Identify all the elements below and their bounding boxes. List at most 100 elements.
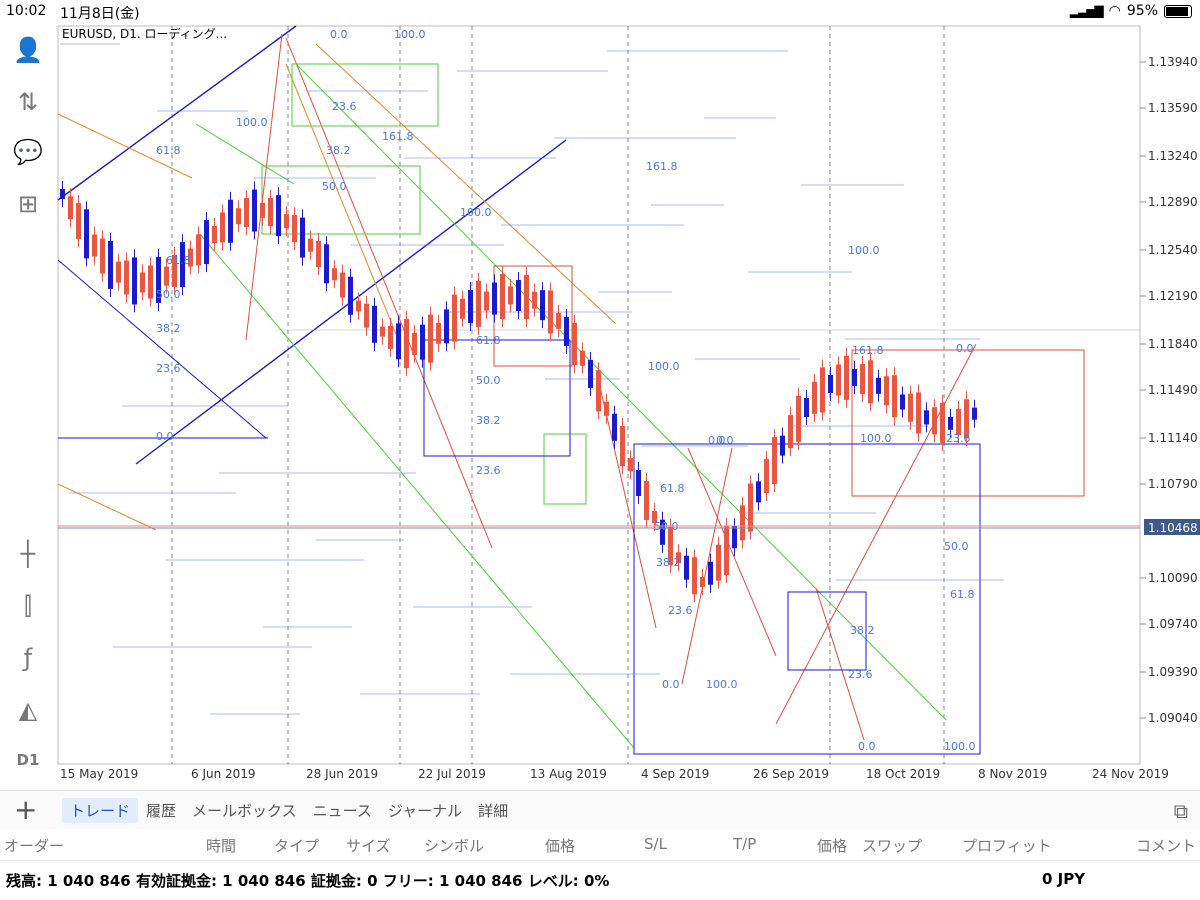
candle-body [756, 481, 761, 503]
trend-line [245, 33, 283, 341]
candle-body [236, 208, 241, 225]
fib-level-label: 100.0 [944, 740, 976, 753]
candle-body [764, 459, 769, 494]
wifi-icon: ◠ [1108, 3, 1121, 19]
trend-line [815, 587, 865, 741]
objects-icon[interactable]: ◭ [8, 690, 48, 730]
candle-body [508, 286, 513, 305]
fib-level-label: 23.6 [332, 100, 357, 113]
fib-level-label: 61.8 [950, 588, 975, 601]
candle-body [332, 268, 337, 281]
chart-type-icon[interactable]: ⫿ [8, 586, 48, 626]
fib-level-label: 38.2 [850, 624, 875, 637]
fib-level-label: 0.0 [662, 678, 680, 691]
battery-percent: 95% [1126, 3, 1158, 19]
fib-level-label: 38.2 [156, 322, 181, 335]
candle-body [892, 375, 897, 418]
price-tick-label: 1.12540 [1148, 243, 1198, 257]
price-tick-label: 1.11840 [1148, 337, 1198, 351]
fib-level-label: 100.0 [460, 206, 492, 219]
fib-level-label: 38.2 [326, 144, 351, 157]
trend-line [195, 123, 295, 185]
candle-body [908, 393, 913, 422]
fib-level-label: 23.6 [156, 362, 181, 375]
trend-line [687, 447, 777, 657]
candles [60, 181, 977, 603]
candle-body [876, 377, 881, 394]
fib-level-label: 61.8 [660, 482, 685, 495]
timeframe-button[interactable]: D1 [8, 740, 48, 780]
candle-body [348, 276, 353, 315]
trend-line [199, 233, 635, 749]
candle-body [852, 369, 857, 387]
trend-line [57, 25, 297, 201]
date-tick-label: 22 Jul 2019 [418, 767, 486, 781]
candle-body [828, 375, 833, 394]
add-button[interactable]: + [14, 793, 37, 826]
candle-body [132, 257, 137, 305]
fib-level-label: 161.8 [382, 130, 414, 143]
date-tick-label: 4 Sep 2019 [641, 767, 709, 781]
fib-labels: 0.0 100.0 23.6 161.8 38.2 50.0 61.8 100.0 61.8 50… [156, 28, 976, 753]
tab-0[interactable]: トレード [62, 798, 139, 823]
candle-body [60, 189, 65, 199]
candle-body [284, 214, 289, 229]
candle-body [740, 505, 745, 541]
chat-icon[interactable]: 💬 [8, 132, 48, 172]
column-header-3: サイズ [346, 837, 391, 855]
tab-5[interactable]: 詳細 [470, 798, 516, 823]
candle-body [468, 290, 473, 324]
fib-box [543, 433, 587, 505]
new-order-icon[interactable]: ⊞ [8, 184, 48, 224]
candle-body [940, 402, 945, 443]
fib-level-label: 61.8 [166, 254, 191, 267]
layout-icon[interactable]: ⧉ [1174, 799, 1188, 823]
trend-line [57, 483, 157, 531]
status-bar: 10:02 11月8日(金) ▂▃▅▇ ◠ 95% [0, 0, 1200, 24]
crosshair-icon[interactable]: ┼ [8, 534, 48, 574]
price-tick-label: 1.12890 [1148, 195, 1198, 209]
chart-canvas[interactable]: 0.0 100.0 23.6 161.8 38.2 50.0 61.8 100.0 61.8 50… [56, 24, 1200, 790]
candle-body [308, 238, 313, 252]
candle-body [836, 364, 841, 396]
trend-line [285, 37, 493, 549]
tab-4[interactable]: ジャーナル [380, 798, 470, 823]
candle-body [276, 195, 281, 237]
candle-body [700, 576, 705, 587]
trend-line [315, 43, 617, 325]
candle-body [780, 435, 785, 456]
candle-body [500, 274, 505, 320]
candle-body [364, 303, 369, 328]
price-tick-label: 1.09740 [1148, 617, 1198, 631]
candle-body [820, 367, 825, 413]
candle-body [620, 426, 625, 467]
fib-level-label: 23.6 [848, 668, 873, 681]
candle-body [580, 350, 585, 366]
trade-arrows-icon[interactable]: ⇅ [8, 82, 48, 122]
account-icon[interactable]: 👤 [8, 30, 48, 70]
candle-body [788, 415, 793, 449]
date-tick-label: 24 Nov 2019 [1092, 767, 1169, 781]
date-tick-label: 18 Oct 2019 [866, 767, 940, 781]
column-header-9: スワップ [862, 837, 923, 855]
fib-level-label: 23.6 [476, 464, 501, 477]
fib-level-label: 61.8 [156, 144, 181, 157]
candle-body [396, 323, 401, 360]
candle-body [684, 555, 689, 580]
candle-body [772, 437, 777, 485]
fib-level-label: 38.2 [656, 556, 681, 569]
column-header-10: プロフィット [962, 837, 1052, 855]
tab-2[interactable]: メールボックス [184, 798, 305, 823]
fib-level-label: 100.0 [706, 678, 738, 691]
price-tick-label: 1.10090 [1148, 571, 1198, 585]
fib-level-label: 23.6 [668, 604, 693, 617]
candle-body [844, 355, 849, 400]
candle-body [204, 220, 209, 265]
tab-1[interactable]: 履歴 [138, 798, 184, 823]
price-tick-label: 1.13940 [1148, 55, 1198, 69]
price-chart[interactable]: 0.0 100.0 23.6 161.8 38.2 50.0 61.8 100.0 61.8 50… [56, 24, 1200, 790]
date-tick-label: 13 Aug 2019 [530, 767, 607, 781]
tab-3[interactable]: ニュース [305, 798, 380, 823]
price-tick-label: 1.13240 [1148, 149, 1198, 163]
indicators-icon[interactable]: ƒ [8, 638, 48, 678]
